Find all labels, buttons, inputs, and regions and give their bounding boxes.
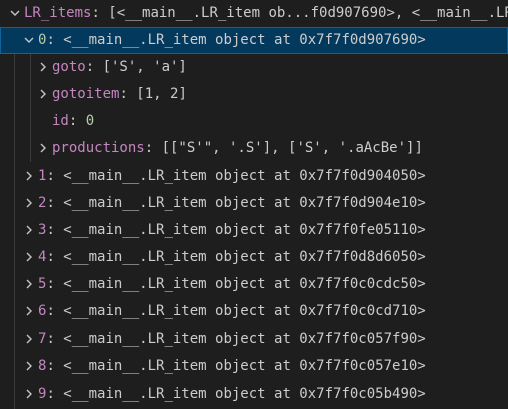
chevron-down-icon[interactable]: [22, 27, 36, 54]
tree-row-gotoitem[interactable]: gotoitem: [1, 2]: [0, 81, 508, 108]
chevron-down-icon[interactable]: [8, 0, 22, 27]
chevron-right-icon[interactable]: [36, 135, 50, 162]
chevron-right-icon[interactable]: [22, 381, 36, 408]
separator: :: [46, 331, 64, 347]
variable-value: <__main__.LR_item object at 0x7f7f0d8d60…: [63, 249, 426, 265]
variable-value: 0: [85, 113, 95, 129]
chevron-right-icon[interactable]: [36, 81, 50, 108]
chevron-right-icon[interactable]: [22, 353, 36, 380]
variable-value: <__main__.LR_item object at 0x7f7f0c05b4…: [63, 386, 426, 402]
variable-value: [["S'", '.S'], ['S', '.aAcBe']]: [161, 140, 423, 156]
tree-row-item-6[interactable]: 6: <__main__.LR_item object at 0x7f7f0c0…: [0, 298, 508, 325]
tree-row-item-2[interactable]: 2: <__main__.LR_item object at 0x7f7f0d9…: [0, 190, 508, 217]
variable-value: <__main__.LR_item object at 0x7f7f0d904e…: [63, 195, 426, 211]
separator: :: [144, 140, 162, 156]
separator: :: [46, 386, 64, 402]
tree-row-goto[interactable]: goto: ['S', 'a']: [0, 54, 508, 81]
tree-row-item-1[interactable]: 1: <__main__.LR_item object at 0x7f7f0d9…: [0, 163, 508, 190]
separator: :: [46, 249, 64, 265]
separator: :: [46, 168, 64, 184]
chevron-right-icon[interactable]: [22, 244, 36, 271]
separator: :: [91, 5, 109, 21]
variable-value: <__main__.LR_item object at 0x7f7f0c057e…: [63, 358, 426, 374]
separator: :: [85, 59, 103, 75]
chevron-right-icon[interactable]: [22, 298, 36, 325]
tree-row-item-3[interactable]: 3: <__main__.LR_item object at 0x7f7f0fe…: [0, 217, 508, 244]
separator: :: [119, 86, 137, 102]
variable-value: [1, 2]: [136, 86, 187, 102]
chevron-right-icon[interactable]: [22, 190, 36, 217]
tree-row-item-4[interactable]: 4: <__main__.LR_item object at 0x7f7f0d8…: [0, 244, 508, 271]
tree-row-item-7[interactable]: 7: <__main__.LR_item object at 0x7f7f0c0…: [0, 326, 508, 353]
chevron-right-icon[interactable]: [22, 326, 36, 353]
separator: :: [46, 303, 64, 319]
tree-row-item-9[interactable]: 9: <__main__.LR_item object at 0x7f7f0c0…: [0, 381, 508, 408]
variable-name: goto: [52, 59, 86, 75]
chevron-right-icon[interactable]: [22, 217, 36, 244]
variable-name: LR_items: [24, 5, 92, 21]
variable-value: <__main__.LR_item object at 0x7f7f0c0cdc…: [63, 276, 426, 292]
chevron-right-icon[interactable]: [22, 163, 36, 190]
separator: :: [46, 222, 64, 238]
tree-row-lr-items[interactable]: LR_items: [<__main__.LR_item ob...f0d907…: [0, 0, 508, 27]
separator: :: [46, 276, 64, 292]
chevron-right-icon[interactable]: [22, 271, 36, 298]
variable-name: id: [52, 113, 69, 129]
variable-name: productions: [52, 140, 145, 156]
chevron-right-icon[interactable]: [36, 54, 50, 81]
separator: :: [68, 113, 86, 129]
variable-value: ['S', 'a']: [102, 59, 187, 75]
tree-row-item-5[interactable]: 5: <__main__.LR_item object at 0x7f7f0c0…: [0, 271, 508, 298]
variable-value: <__main__.LR_item object at 0x7f7f0fe051…: [63, 222, 426, 238]
variable-value: <__main__.LR_item object at 0x7f7f0d9076…: [63, 32, 426, 48]
separator: :: [46, 195, 64, 211]
separator: :: [46, 358, 64, 374]
tree-row-id[interactable]: id: 0: [0, 108, 508, 135]
variable-name: gotoitem: [52, 86, 120, 102]
variable-value: [<__main__.LR_item ob...f0d907690>, <__m…: [108, 5, 508, 21]
tree-row-item-8[interactable]: 8: <__main__.LR_item object at 0x7f7f0c0…: [0, 353, 508, 380]
separator: :: [46, 32, 64, 48]
variable-value: <__main__.LR_item object at 0x7f7f0d9040…: [63, 168, 426, 184]
variable-value: <__main__.LR_item object at 0x7f7f0c0cd7…: [63, 303, 426, 319]
variables-tree: LR_items: [<__main__.LR_item ob...f0d907…: [0, 0, 508, 409]
variable-value: <__main__.LR_item object at 0x7f7f0c057f…: [63, 331, 426, 347]
tree-row-item-0[interactable]: 0: <__main__.LR_item object at 0x7f7f0d9…: [0, 27, 508, 54]
tree-row-productions[interactable]: productions: [["S'", '.S'], ['S', '.aAcB…: [0, 135, 508, 162]
